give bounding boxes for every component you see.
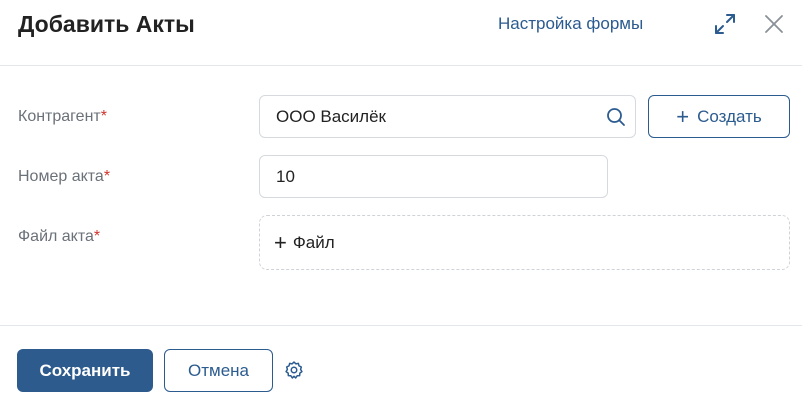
act-number-input[interactable]: 10 <box>259 155 608 198</box>
cancel-button[interactable]: Отмена <box>164 349 273 392</box>
required-mark: * <box>93 228 101 245</box>
create-button-label: Создать <box>697 106 762 126</box>
required-mark: * <box>103 168 111 185</box>
file-upload-area[interactable]: + Файл <box>259 215 790 270</box>
act-number-label-text: Номер акта <box>18 168 104 185</box>
footer-divider <box>0 325 802 326</box>
act-number-value: 10 <box>276 166 295 186</box>
plus-icon: + <box>274 229 287 255</box>
act-file-label: Файл акта* <box>18 227 100 247</box>
form-settings-link[interactable]: Настройка формы <box>498 12 643 36</box>
contractor-label-text: Контрагент <box>18 108 101 125</box>
act-file-label-text: Файл акта <box>18 228 94 245</box>
act-number-label: Номер акта* <box>18 167 110 187</box>
save-button[interactable]: Сохранить <box>17 349 153 392</box>
gear-icon[interactable] <box>282 358 306 382</box>
contractor-input[interactable]: ООО Василёк <box>259 95 636 138</box>
required-mark: * <box>100 108 107 125</box>
search-icon[interactable] <box>606 107 626 127</box>
dialog-title: Добавить Акты <box>18 11 195 37</box>
contractor-value: ООО Василёк <box>276 106 386 126</box>
close-icon[interactable] <box>760 10 788 38</box>
contractor-label: Контрагент* <box>18 107 107 127</box>
plus-icon: + <box>676 103 690 129</box>
expand-icon[interactable] <box>711 10 739 38</box>
add-file-label: Файл <box>292 232 335 252</box>
create-contractor-button[interactable]: + Создать <box>648 95 790 138</box>
dialog-header: Добавить Акты Настройка формы <box>0 0 802 66</box>
